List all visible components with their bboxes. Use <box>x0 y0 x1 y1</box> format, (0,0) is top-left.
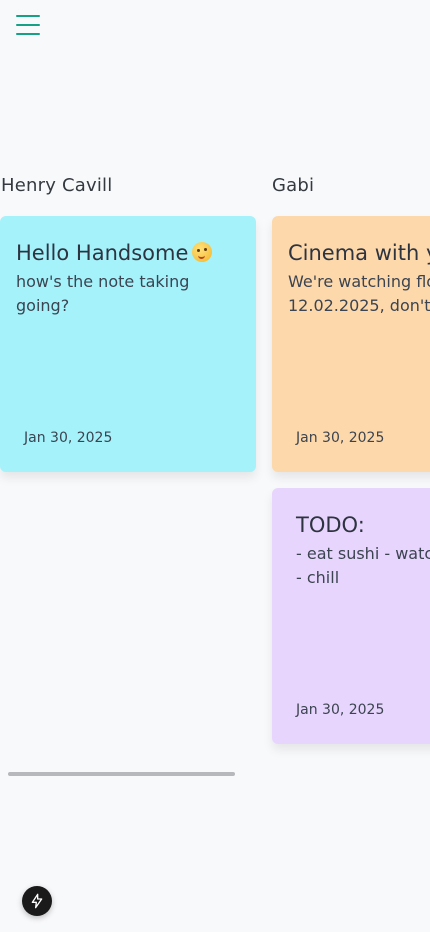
note-body: We're watching flo 12.02.2025, don't fo <box>288 272 430 315</box>
note-card[interactable]: Cinema with y We're watching flo 12.02.2… <box>272 216 430 472</box>
note-title: TODO: <box>296 513 365 537</box>
lightning-bolt-icon <box>31 893 43 909</box>
note-title: Cinema with y <box>288 241 430 265</box>
note-date: Jan 30, 2025 <box>296 430 385 446</box>
column-henry-cavill: Henry Cavill Hello Handsome how's the no… <box>0 170 256 472</box>
hamburger-menu-icon <box>16 15 40 17</box>
horizontal-scrollbar[interactable] <box>8 772 235 776</box>
note-card[interactable]: TODO: - eat sushi - watc - chill Jan 30,… <box>272 488 430 744</box>
smiling-face-emoji-icon <box>192 242 213 262</box>
column-title: Henry Cavill <box>1 175 113 196</box>
note-title: Hello Handsome <box>16 238 240 268</box>
note-body: - eat sushi - watc - chill <box>296 544 430 587</box>
notes-board: Henry Cavill Hello Handsome how's the no… <box>0 170 430 790</box>
note-date: Jan 30, 2025 <box>296 702 385 718</box>
note-body: how's the note taking going? <box>16 272 190 315</box>
dev-tools-button[interactable] <box>22 886 52 916</box>
menu-button[interactable] <box>12 10 44 40</box>
column-gabi: Gabi Cinema with y We're watching flo 12… <box>272 170 430 744</box>
note-date: Jan 30, 2025 <box>24 430 113 446</box>
note-card[interactable]: Hello Handsome how's the note taking goi… <box>0 216 256 472</box>
column-title: Gabi <box>272 175 315 196</box>
